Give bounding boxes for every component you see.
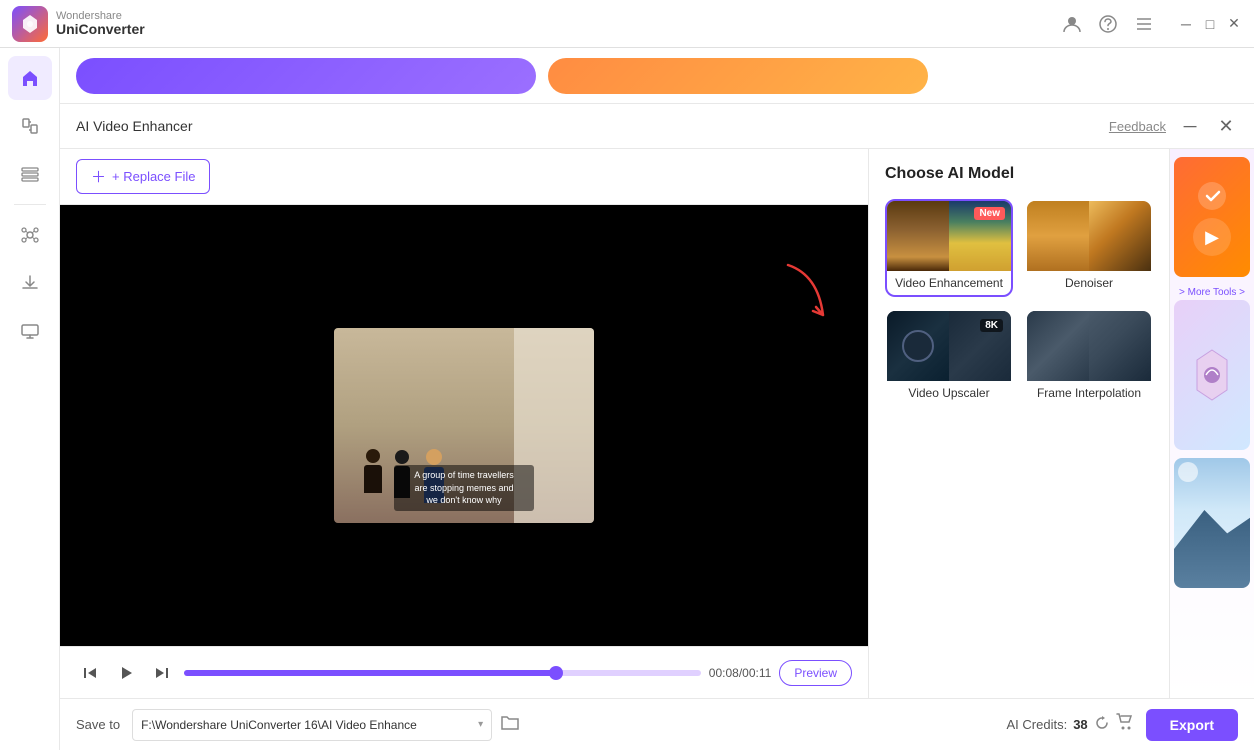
progress-bar[interactable] bbox=[184, 670, 701, 676]
preview-button[interactable]: Preview bbox=[779, 660, 852, 686]
promo-card-mountain[interactable] bbox=[1174, 458, 1250, 588]
close-button[interactable]: ✕ bbox=[1226, 16, 1242, 32]
skip-back-button[interactable] bbox=[76, 659, 104, 687]
app-window: Wondershare UniConverter bbox=[0, 0, 1254, 750]
panel-close-button[interactable]: ✕ bbox=[1214, 114, 1238, 138]
progress-fill bbox=[184, 670, 556, 676]
panel-header-right: Feedback ─ ✕ bbox=[1109, 114, 1238, 138]
path-input-box[interactable]: F:\Wondershare UniConverter 16\AI Video … bbox=[132, 709, 492, 741]
ai-credits-label: AI Credits: bbox=[1007, 717, 1068, 732]
user-profile-icon[interactable] bbox=[1062, 14, 1082, 34]
path-text: F:\Wondershare UniConverter 16\AI Video … bbox=[141, 718, 474, 732]
model-card-denoiser[interactable]: Denoiser bbox=[1025, 199, 1153, 297]
minimize-button[interactable]: ─ bbox=[1178, 16, 1194, 32]
panel-header: AI Video Enhancer Feedback ─ ✕ bbox=[60, 104, 1254, 149]
video-section: ＋ + Replace File bbox=[60, 149, 869, 698]
promo-card-purple[interactable] bbox=[1174, 300, 1250, 450]
nav-button-orange[interactable] bbox=[548, 58, 928, 94]
replace-file-button[interactable]: ＋ + Replace File bbox=[76, 159, 210, 194]
video-frame: A group of time travellers are stopping … bbox=[334, 328, 594, 523]
model-thumb-video-enhance: New bbox=[887, 201, 1011, 271]
model-label-upscaler: Video Upscaler bbox=[887, 381, 1011, 405]
sidebar-item-screen[interactable] bbox=[8, 309, 52, 353]
logo-text: Wondershare UniConverter bbox=[56, 10, 145, 37]
more-tools-link[interactable]: > More Tools > bbox=[1175, 285, 1249, 300]
model-thumb-denoiser bbox=[1027, 201, 1151, 271]
top-nav bbox=[60, 48, 1254, 104]
ai-model-panel: Choose AI Model New bbox=[869, 149, 1169, 698]
sidebar-item-convert[interactable] bbox=[8, 104, 52, 148]
video-player: A group of time travellers are stopping … bbox=[60, 205, 868, 646]
title-bar: Wondershare UniConverter bbox=[0, 0, 1254, 48]
app-logo-icon bbox=[12, 6, 48, 42]
model-thumb-upscaler: 8K bbox=[887, 311, 1011, 381]
path-dropdown-icon[interactable]: ▾ bbox=[478, 719, 483, 730]
model-thumb-interpolation bbox=[1027, 311, 1151, 381]
window-controls: ─ □ ✕ bbox=[1178, 16, 1242, 32]
play-button[interactable] bbox=[112, 659, 140, 687]
panel-title: AI Video Enhancer bbox=[76, 118, 193, 134]
playback-controls: 00:08/00:11 Preview bbox=[60, 646, 868, 698]
model-grid: New Video Enhancement Denoiser bbox=[885, 199, 1153, 407]
enhancer-panel: AI Video Enhancer Feedback ─ ✕ ＋ bbox=[60, 104, 1254, 750]
model-label-interpolation: Frame Interpolation bbox=[1027, 381, 1151, 405]
right-sidebar: ▶ > More Tools > bbox=[1169, 149, 1254, 698]
video-toolbar: ＋ + Replace File bbox=[60, 149, 868, 205]
model-card-video-upscaler[interactable]: 8K Video Upscaler bbox=[885, 309, 1013, 407]
export-button[interactable]: Export bbox=[1146, 709, 1238, 741]
time-display: 00:08/00:11 bbox=[709, 666, 772, 680]
nav-button-purple[interactable] bbox=[76, 58, 536, 94]
video-subtitle: A group of time travellers are stopping … bbox=[394, 465, 534, 511]
model-label-video-enhance: Video Enhancement bbox=[887, 271, 1011, 295]
cart-icon[interactable] bbox=[1116, 713, 1134, 736]
main-layout: AI Video Enhancer Feedback ─ ✕ ＋ bbox=[0, 48, 1254, 750]
sidebar-item-ai[interactable] bbox=[8, 213, 52, 257]
title-bar-controls: ─ □ ✕ bbox=[1062, 14, 1242, 34]
path-wrapper: F:\Wondershare UniConverter 16\AI Video … bbox=[132, 709, 994, 741]
skip-forward-button[interactable] bbox=[148, 659, 176, 687]
sidebar-item-download[interactable] bbox=[8, 261, 52, 305]
ai-model-title: Choose AI Model bbox=[885, 165, 1153, 183]
model-card-video-enhancement[interactable]: New Video Enhancement bbox=[885, 199, 1013, 297]
folder-browse-icon[interactable] bbox=[500, 712, 520, 737]
model-label-denoiser: Denoiser bbox=[1027, 271, 1151, 295]
sidebar-divider bbox=[14, 204, 46, 205]
replace-file-label: + Replace File bbox=[112, 169, 195, 184]
promo-card-orange[interactable]: ▶ bbox=[1174, 157, 1250, 277]
menu-icon[interactable] bbox=[1134, 14, 1154, 34]
support-icon[interactable] bbox=[1098, 14, 1118, 34]
logo-product: UniConverter bbox=[56, 22, 145, 37]
model-card-frame-interpolation[interactable]: Frame Interpolation bbox=[1025, 309, 1153, 407]
red-arrow bbox=[708, 255, 828, 360]
new-badge: New bbox=[974, 207, 1005, 220]
sidebar-item-tools[interactable] bbox=[8, 152, 52, 196]
sidebar-item-home[interactable] bbox=[8, 56, 52, 100]
sidebar bbox=[0, 48, 60, 750]
replace-icon: ＋ bbox=[91, 166, 106, 187]
content-area: AI Video Enhancer Feedback ─ ✕ ＋ bbox=[60, 48, 1254, 750]
refresh-credits-icon[interactable] bbox=[1094, 715, 1110, 734]
ai-credits-value: 38 bbox=[1073, 717, 1087, 732]
credits-area: AI Credits: 38 bbox=[1007, 713, 1134, 736]
progress-handle[interactable] bbox=[549, 666, 563, 680]
panel-body: ＋ + Replace File bbox=[60, 149, 1254, 698]
save-to-label: Save to bbox=[76, 717, 120, 732]
logo-area: Wondershare UniConverter bbox=[12, 6, 1062, 42]
maximize-button[interactable]: □ bbox=[1202, 16, 1218, 32]
feedback-link[interactable]: Feedback bbox=[1109, 119, 1166, 134]
panel-minimize-button[interactable]: ─ bbox=[1178, 114, 1202, 138]
bottom-bar: Save to F:\Wondershare UniConverter 16\A… bbox=[60, 698, 1254, 750]
